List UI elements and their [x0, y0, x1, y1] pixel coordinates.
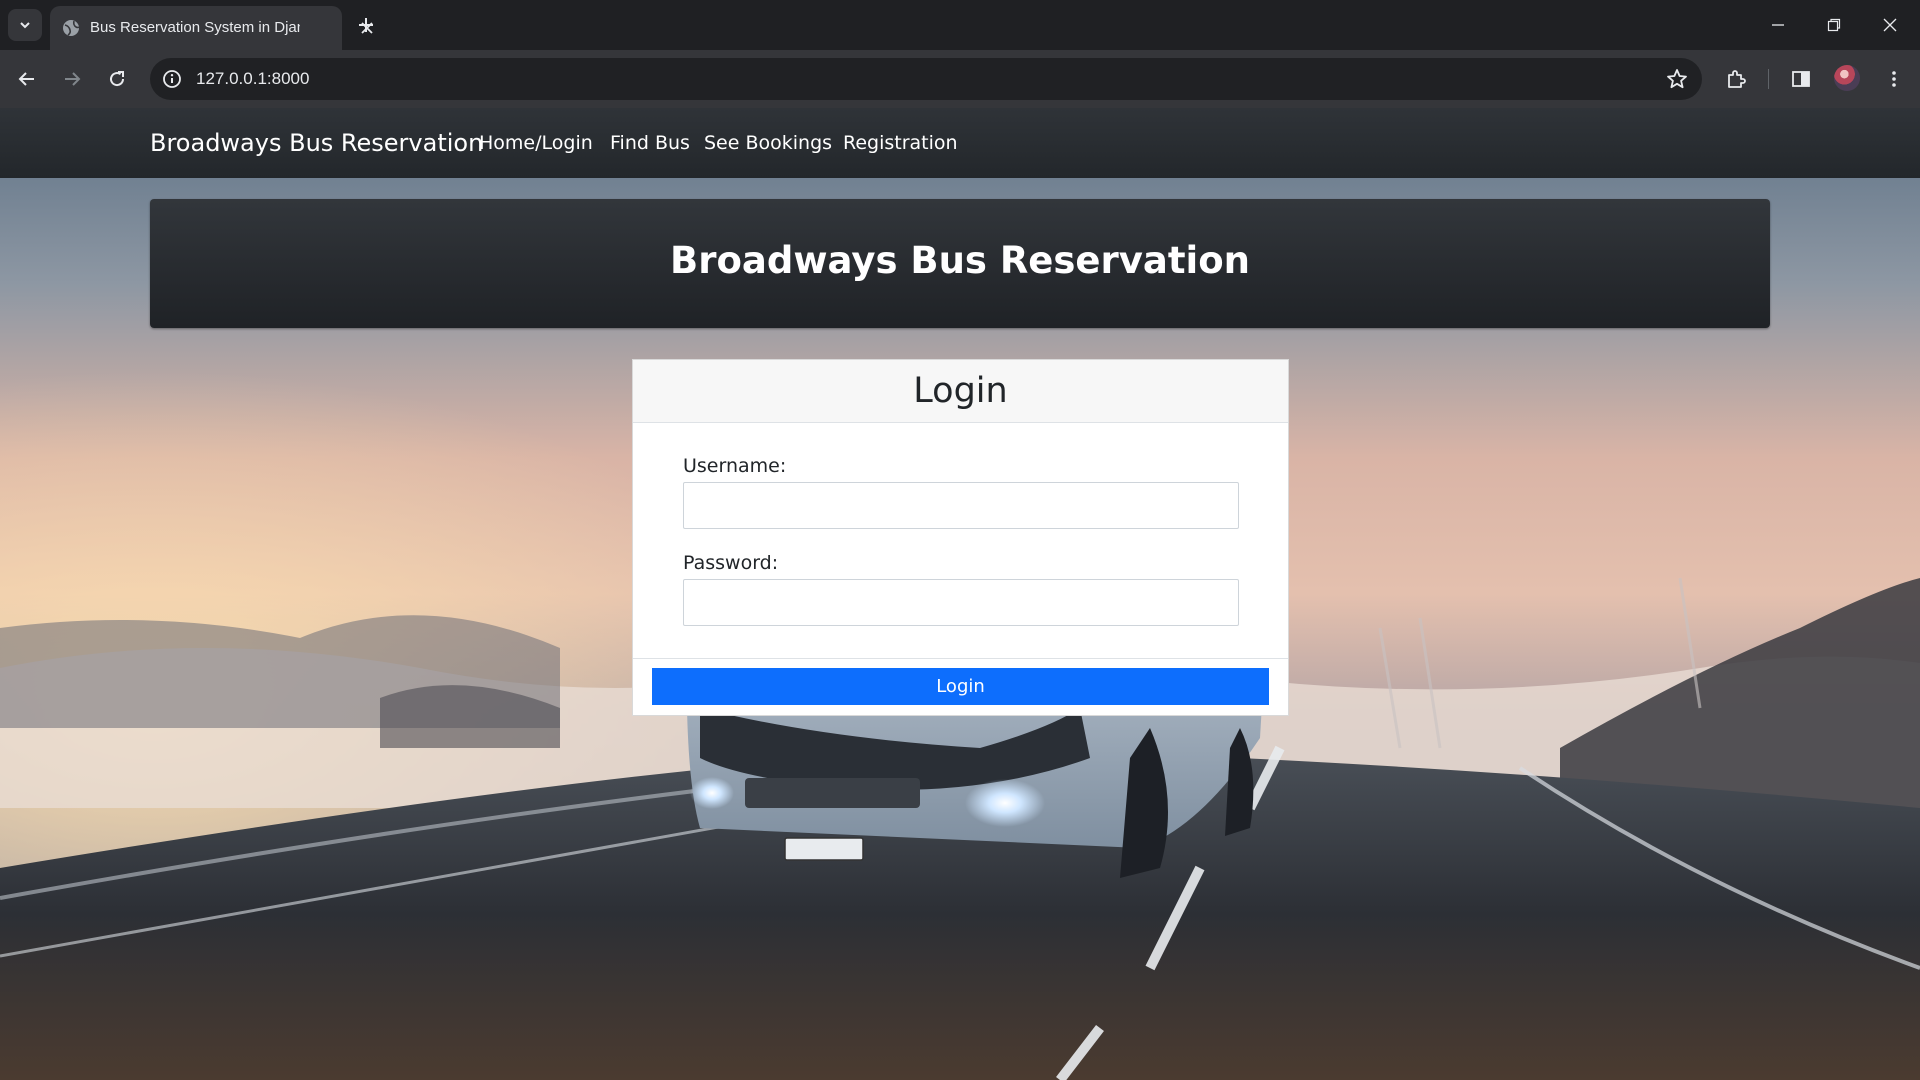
- login-button[interactable]: Login: [652, 668, 1269, 705]
- side-panel-icon: [1792, 71, 1810, 87]
- menu-button[interactable]: [1880, 65, 1908, 93]
- arrow-left-icon: [18, 72, 34, 86]
- page-title: Broadways Bus Reservation: [670, 239, 1250, 282]
- password-label: Password:: [683, 552, 779, 574]
- navbar-brand[interactable]: Broadways Bus Reservation: [150, 128, 483, 158]
- browser-tab-strip: Bus Reservation System in Django: [0, 0, 1920, 50]
- restore-icon: [1827, 18, 1841, 32]
- tab-title-fade: [300, 18, 340, 38]
- reload-button[interactable]: [101, 63, 133, 95]
- nav-link-home-login[interactable]: Home/Login: [479, 131, 593, 155]
- page-viewport: Broadways Bus Reservation Home/Login Fin…: [0, 108, 1920, 1080]
- close-icon: [1883, 18, 1897, 32]
- browser-toolbar: 127.0.0.1:8000: [0, 50, 1920, 108]
- username-label: Username:: [683, 455, 787, 477]
- globe-icon: [63, 20, 80, 36]
- puzzle-icon: [1728, 70, 1746, 88]
- browser-tab[interactable]: Bus Reservation System in Django: [50, 6, 373, 50]
- window-close-button[interactable]: [1862, 10, 1918, 40]
- login-card-title: Login: [913, 371, 1008, 411]
- url-text[interactable]: 127.0.0.1:8000: [196, 68, 309, 90]
- tab-search-button[interactable]: [8, 9, 42, 41]
- site-navbar: Broadways Bus Reservation Home/Login Fin…: [0, 108, 1920, 178]
- minimize-button[interactable]: [1750, 10, 1806, 40]
- password-input[interactable]: [683, 579, 1239, 626]
- restore-button[interactable]: [1806, 10, 1862, 40]
- reload-icon: [110, 71, 125, 87]
- arrow-right-icon: [65, 72, 81, 86]
- new-tab-icon[interactable]: [354, 13, 378, 37]
- nav-link-registration[interactable]: Registration: [843, 131, 958, 155]
- tab-title: Bus Reservation System in Django: [90, 19, 300, 36]
- back-button[interactable]: [11, 63, 43, 95]
- login-card-footer: Login: [633, 658, 1288, 715]
- login-card: Login Username: Password: Login: [632, 359, 1289, 716]
- star-icon[interactable]: [1666, 68, 1688, 90]
- login-card-header: Login: [633, 360, 1288, 423]
- header-banner: Broadways Bus Reservation: [150, 199, 1770, 328]
- nav-link-find-bus[interactable]: Find Bus: [610, 131, 690, 155]
- info-icon[interactable]: [162, 69, 182, 89]
- side-panel-button[interactable]: [1787, 65, 1815, 93]
- username-input[interactable]: [683, 482, 1239, 529]
- address-bar[interactable]: 127.0.0.1:8000: [150, 58, 1702, 100]
- minimize-icon: [1772, 24, 1784, 26]
- forward-button[interactable]: [56, 63, 88, 95]
- more-vertical-icon: [1892, 71, 1896, 87]
- nav-link-see-bookings[interactable]: See Bookings: [704, 131, 832, 155]
- toolbar-divider: [1768, 69, 1769, 89]
- profile-avatar[interactable]: [1834, 65, 1860, 91]
- extensions-button[interactable]: [1722, 65, 1750, 93]
- chevron-down-icon: [20, 22, 30, 29]
